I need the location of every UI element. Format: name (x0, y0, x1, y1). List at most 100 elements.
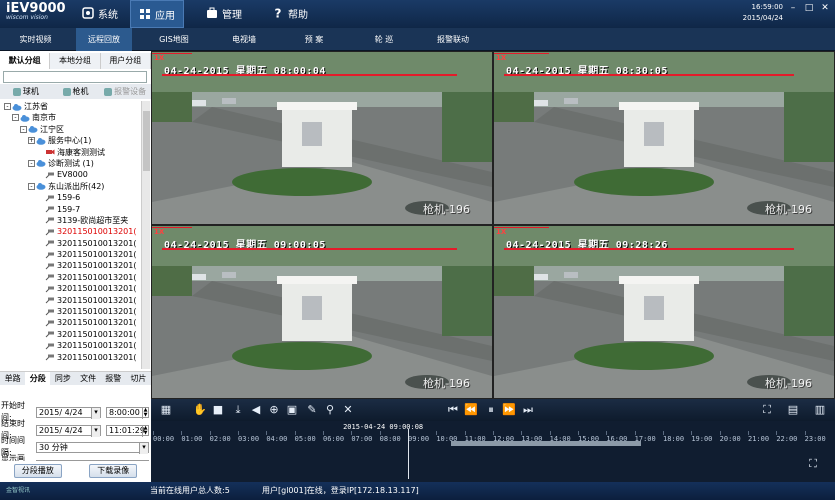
tree-node[interactable]: 3139-欧尚超市至夹 (0, 215, 141, 226)
tree-node[interactable]: 320115010013201( (0, 260, 141, 271)
tab-file[interactable]: 文件 (76, 372, 101, 385)
timeline[interactable]: 2015-04-24 09:00:08 00:00 01:00 02:00 03:00… (151, 421, 835, 482)
pin-icon[interactable]: ✎ (305, 403, 319, 417)
tab-alarm-linkage[interactable]: 报警联动 (425, 28, 481, 51)
tab-gis-map[interactable]: GIS地图 (146, 28, 202, 51)
collapse-icon[interactable]: - (28, 159, 35, 167)
tab-sync[interactable]: 同步 (50, 372, 75, 385)
tree-node[interactable]: 320115010013201( (0, 306, 141, 317)
tab-patrol[interactable]: 轮 巡 (356, 28, 412, 51)
rewind-icon[interactable]: ⏪ (464, 403, 478, 417)
spin-arrows-icon[interactable]: ▲ ▼ (142, 408, 148, 419)
video-cell[interactable]: 1X 04-24-2015 星期五 08:00:04 枪机-196 (152, 52, 492, 224)
expand-icon[interactable]: + (28, 137, 35, 145)
tab-dome-camera[interactable]: 球机 (2, 84, 50, 99)
end-date-field[interactable]: 2015/ 4/24 ▾ (36, 425, 101, 437)
menu-help[interactable]: ? 帮助 (264, 0, 316, 26)
tree-scrollbar[interactable] (141, 101, 150, 369)
tree-node[interactable]: 320115010013201( (0, 272, 141, 283)
end-time-field[interactable]: 11:01:29 ▲ ▼ (106, 425, 149, 437)
camera-icon (45, 206, 54, 213)
menu-manage[interactable]: 管理 (198, 0, 250, 26)
fullscreen-icon[interactable]: ⛶ (760, 403, 774, 417)
video-cell[interactable]: 1X 04-24-2015 星期五 08:30:05 枪机-196 (494, 52, 834, 224)
osd-underline (162, 74, 457, 76)
tab-user-group[interactable]: 用户分组 (100, 53, 151, 69)
fast-forward-icon[interactable]: ⏩ (502, 403, 516, 417)
pause-icon[interactable]: ⏸ (484, 403, 498, 417)
tab-bullet-camera[interactable]: 枪机 (52, 84, 100, 99)
snapshot-icon[interactable]: ▣ (285, 403, 299, 417)
tab-default-group[interactable]: 默认分组 (0, 53, 51, 69)
tree-node[interactable]: 320115010013201( (0, 283, 141, 294)
maximize-button[interactable]: □ (802, 2, 816, 14)
collapse-icon[interactable]: - (4, 103, 11, 110)
tree-node[interactable]: 320115010013201( (0, 340, 141, 351)
tab-live-video[interactable]: 实时视频 (8, 28, 63, 51)
collapse-icon[interactable]: - (20, 125, 27, 133)
tree-node[interactable]: - 诊断测试 (1) (0, 158, 141, 169)
timeline-expand-icon[interactable]: ⛶ (806, 457, 820, 471)
close-button[interactable]: ✕ (818, 2, 832, 14)
skip-end-icon[interactable]: ⏭ (521, 403, 535, 417)
tree-node[interactable]: 320115010013201( (0, 352, 141, 363)
collapse-icon[interactable]: - (28, 182, 35, 190)
tab-alarm-device[interactable]: 报警设备 (101, 84, 149, 99)
chevron-down-icon[interactable]: ▾ (91, 408, 100, 419)
video-cell[interactable]: 1X 04-24-2015 星期五 09:00:05 枪机-196 (152, 226, 492, 398)
tree-node[interactable]: - 南京市 (0, 112, 141, 123)
chevron-down-icon[interactable]: ▾ (139, 443, 148, 454)
tab-single[interactable]: 单路 (0, 372, 25, 385)
tab-segment[interactable]: 分段 (25, 372, 51, 385)
skip-start-icon[interactable]: ⏮ (446, 403, 460, 417)
segment-play-button[interactable]: 分段播放 (13, 464, 62, 478)
tree-node[interactable]: 159-7 (0, 204, 141, 215)
tree-node[interactable]: - 东山派出所(42) (0, 181, 141, 192)
tab-tv-wall[interactable]: 电视墙 (216, 28, 272, 51)
tab-remote-playback[interactable]: 远程回放 (76, 28, 132, 51)
split-view-icon[interactable]: ▤ (786, 403, 800, 417)
download-record-button[interactable]: 下载录像 (89, 464, 138, 478)
hand-icon[interactable]: ✋ (193, 403, 207, 417)
tab-local-group[interactable]: 本地分组 (50, 53, 101, 69)
tree-node[interactable]: 320115010013201( (0, 226, 141, 237)
tree-node[interactable]: - 江宁区 (0, 124, 141, 135)
window-mode-icon[interactable]: ▥ (813, 403, 827, 417)
tree-scrollbar-thumb[interactable] (143, 111, 150, 171)
start-time-field[interactable]: 8:00:00 ▲ ▼ (106, 407, 149, 419)
pushpin-icon[interactable]: ⚲ (323, 403, 337, 417)
tab-slice[interactable]: 切片 (126, 372, 151, 385)
tree-node[interactable]: - 江苏省 (0, 101, 141, 112)
download-icon[interactable]: ⤓ (231, 403, 245, 417)
start-date-field[interactable]: 2015/ 4/24 ▾ (36, 407, 101, 419)
tab-plan[interactable]: 预 案 (286, 28, 342, 51)
tree-node[interactable]: 159-6 (0, 192, 141, 203)
video-cell[interactable]: 1X 04-24-2015 星期五 09:28:26 枪机-196 (494, 226, 834, 398)
layout-grid-icon[interactable]: ▦ (159, 403, 173, 417)
recording-segment[interactable] (451, 441, 641, 446)
volume-icon[interactable]: ◀ (249, 403, 263, 417)
tree-node[interactable]: 320115010013201( (0, 317, 141, 328)
menu-application[interactable]: 应用 (130, 0, 184, 28)
tree-node[interactable]: 海康客测测试 (0, 147, 141, 158)
tree-node[interactable]: 320115010013201( (0, 295, 141, 306)
camera-scene (152, 226, 492, 398)
interval-select[interactable]: 30 分钟 ▾ (36, 442, 149, 454)
tree-node[interactable]: 320115010013201( (0, 238, 141, 249)
zoom-icon[interactable]: ⊕ (267, 403, 281, 417)
tree-node[interactable]: 320115010013201( (0, 329, 141, 340)
tree-node[interactable]: + 服务中心(1) (0, 135, 141, 146)
chevron-down-icon[interactable]: ▾ (91, 426, 100, 437)
collapse-icon[interactable]: - (12, 114, 19, 122)
tree-node[interactable]: 320115010013201( (0, 249, 141, 260)
minimize-button[interactable]: – (786, 2, 800, 14)
spin-arrows-icon[interactable]: ▲ ▼ (142, 426, 148, 437)
video-camera-icon[interactable]: ■ (211, 403, 225, 417)
tree-node[interactable]: EV8000 (0, 169, 141, 180)
login-info-status: 用户[gl001]在线，登录IP[172.18.13.117] (262, 486, 419, 495)
timeline-cursor[interactable] (408, 429, 410, 479)
device-search-input[interactable] (3, 71, 147, 83)
close-icon[interactable]: ✕ (341, 403, 355, 417)
menu-system[interactable]: 系统 (74, 0, 126, 26)
tab-alarm[interactable]: 报警 (101, 372, 126, 385)
